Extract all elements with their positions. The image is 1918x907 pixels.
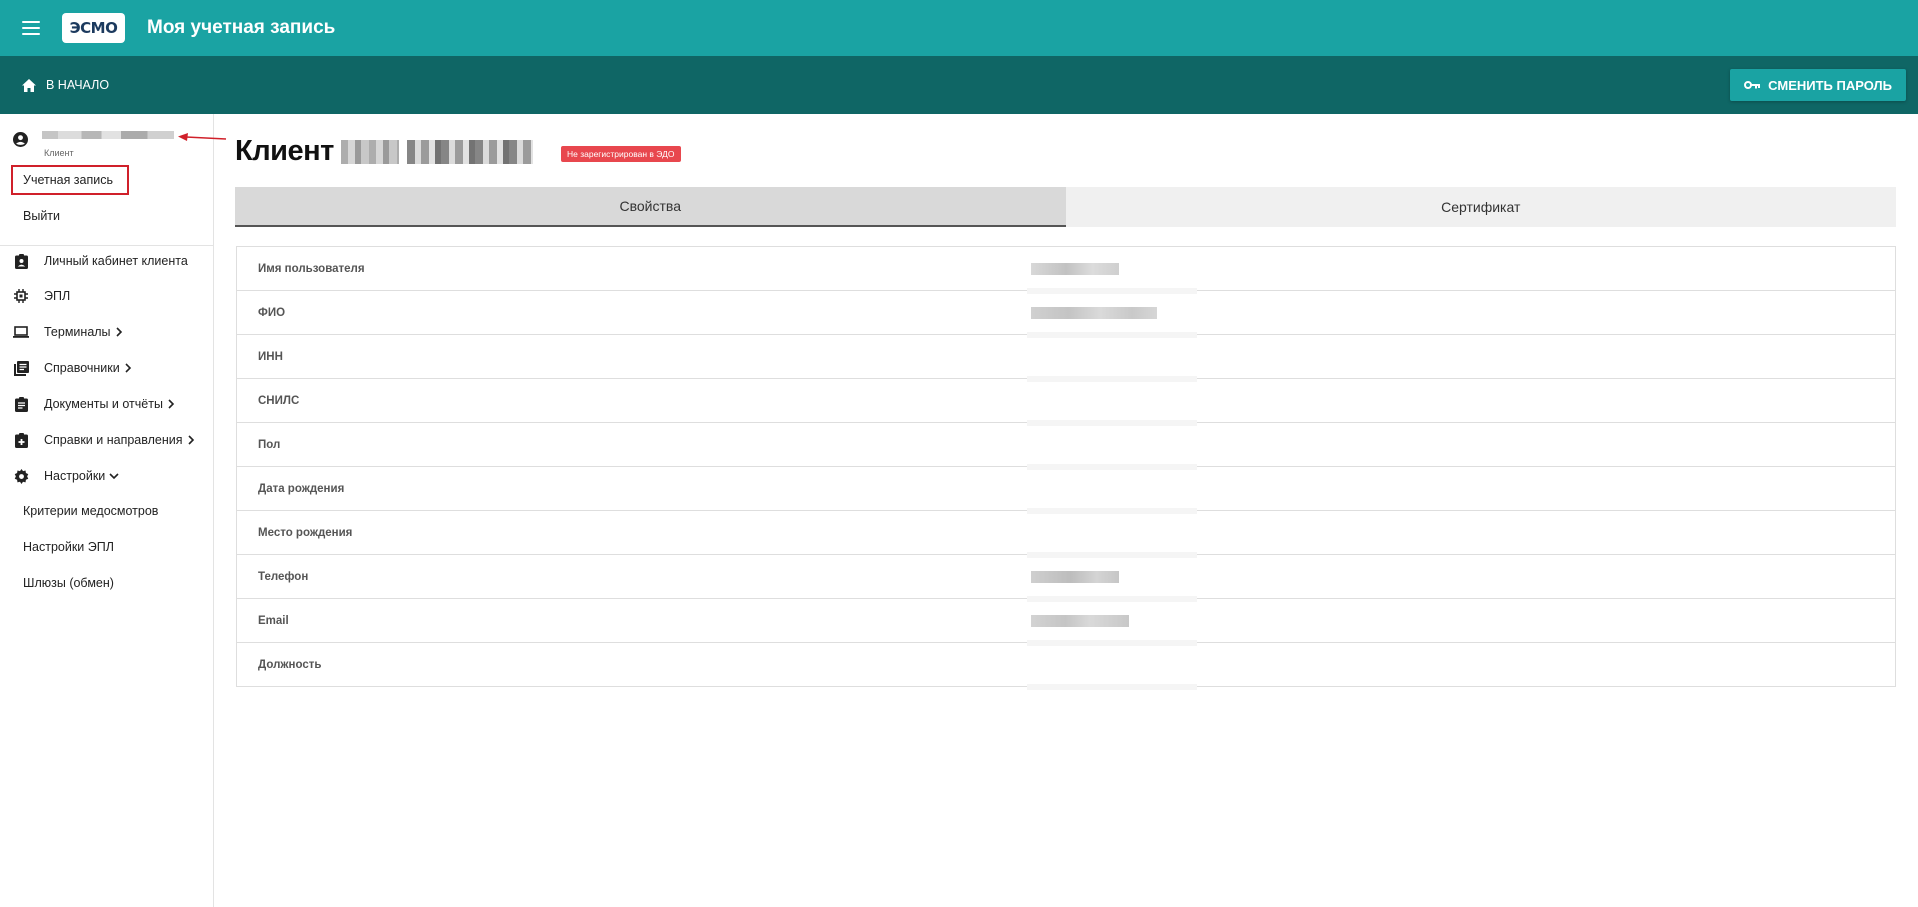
home-label: В НАЧАЛО	[46, 78, 110, 92]
chip-icon	[13, 288, 29, 304]
table-row: Пол	[237, 423, 1895, 470]
account-menu-item[interactable]: Учетная запись	[11, 165, 129, 195]
table-row: Имя пользователя	[237, 247, 1895, 294]
key-icon	[1744, 81, 1761, 89]
home-icon	[22, 78, 36, 92]
chevron-right-icon	[115, 327, 123, 337]
property-label: СНИЛС	[258, 394, 300, 407]
table-row: Место рождения	[237, 511, 1895, 558]
sidebar-item-references[interactable]: Справочники	[0, 357, 213, 379]
sidebar-item-label: ЭПЛ	[44, 289, 71, 303]
menu-icon[interactable]	[22, 16, 46, 40]
chevron-right-icon	[187, 435, 195, 445]
property-label: ФИО	[258, 306, 286, 319]
tab-bar: Свойства Сертификат	[235, 187, 1896, 227]
property-value-redacted	[1031, 614, 1129, 627]
table-row: Телефон	[237, 555, 1895, 602]
property-label: Место рождения	[258, 526, 353, 539]
sidebar-item-certificates[interactable]: Справки и направления	[0, 429, 213, 451]
property-label: Пол	[258, 438, 281, 451]
tab-properties[interactable]: Свойства	[235, 187, 1066, 227]
property-label: Имя пользователя	[258, 262, 365, 275]
sidebar-divider	[0, 245, 213, 246]
page-title: Моя учетная запись	[147, 17, 336, 38]
table-row: ФИО	[237, 291, 1895, 338]
user-role: Клиент	[44, 148, 74, 158]
sidebar-item-label: Терминалы	[44, 325, 111, 339]
table-row: ИНН	[237, 335, 1895, 382]
clipboard-icon	[13, 396, 29, 412]
property-label: Email	[258, 614, 289, 627]
app-logo[interactable]: ЭСМО	[62, 13, 125, 43]
table-row: СНИЛС	[237, 379, 1895, 426]
client-heading: Клиент	[235, 135, 334, 167]
property-value-redacted	[1031, 262, 1119, 275]
property-label: Дата рождения	[258, 482, 345, 495]
sidebar-subitem-exam-criteria[interactable]: Критерии медосмотров	[23, 504, 158, 518]
annotation-arrow-icon	[178, 133, 227, 141]
sidebar-item-epl[interactable]: ЭПЛ	[0, 285, 213, 307]
app-bar: ЭСМО Моя учетная запись	[0, 0, 1918, 56]
laptop-icon	[13, 324, 29, 340]
change-password-button[interactable]: СМЕНИТЬ ПАРОЛЬ	[1730, 69, 1906, 101]
user-name-redacted	[42, 131, 174, 139]
property-label: Телефон	[258, 570, 309, 583]
sidebar-item-documents[interactable]: Документы и отчёты	[0, 393, 213, 415]
table-row: Email	[237, 599, 1895, 646]
client-name-redacted	[407, 140, 533, 164]
sidebar-item-label: Справочники	[44, 361, 120, 375]
tab-certificate[interactable]: Сертификат	[1065, 187, 1896, 227]
logout-menu-item[interactable]: Выйти	[23, 209, 60, 223]
property-label: ИНН	[258, 350, 283, 363]
sidebar-subitem-epl-settings[interactable]: Настройки ЭПЛ	[23, 540, 114, 554]
property-label: Должность	[258, 658, 322, 671]
sidebar-subitem-gateways[interactable]: Шлюзы (обмен)	[23, 576, 114, 590]
medical-clipboard-icon	[13, 432, 29, 448]
sidebar-item-label: Документы и отчёты	[44, 397, 163, 411]
status-badge: Не зарегистрирован в ЭДО	[561, 146, 681, 162]
account-circle-icon	[13, 132, 28, 147]
client-name-redacted	[341, 140, 399, 164]
library-icon	[13, 360, 29, 376]
sidebar-item-terminals[interactable]: Терминалы	[0, 321, 213, 343]
chevron-down-icon	[109, 472, 119, 480]
sidebar-item-label: Настройки	[44, 469, 106, 483]
toolbar: В НАЧАЛО СМЕНИТЬ ПАРОЛЬ	[0, 56, 1918, 114]
account-menu-label: Учетная запись	[23, 173, 114, 187]
chevron-right-icon	[124, 363, 132, 373]
client-card-icon	[13, 253, 29, 269]
home-link[interactable]: В НАЧАЛО	[22, 78, 109, 92]
properties-table: Имя пользователя ФИО ИНН СНИЛС Пол Дата …	[236, 246, 1896, 690]
sidebar-item-settings[interactable]: Настройки	[0, 465, 213, 487]
change-password-label: СМЕНИТЬ ПАРОЛЬ	[1768, 77, 1892, 93]
gear-icon	[13, 468, 29, 484]
sidebar-item-label: Справки и направления	[44, 433, 183, 447]
table-row: Должность	[237, 643, 1895, 690]
sidebar-item-client-cabinet[interactable]: Личный кабинет клиента	[0, 250, 213, 272]
property-value-redacted	[1031, 570, 1119, 583]
sidebar-item-label: Личный кабинет клиента	[44, 254, 188, 268]
property-value-redacted	[1031, 306, 1157, 319]
chevron-right-icon	[167, 399, 175, 409]
table-row: Дата рождения	[237, 467, 1895, 514]
